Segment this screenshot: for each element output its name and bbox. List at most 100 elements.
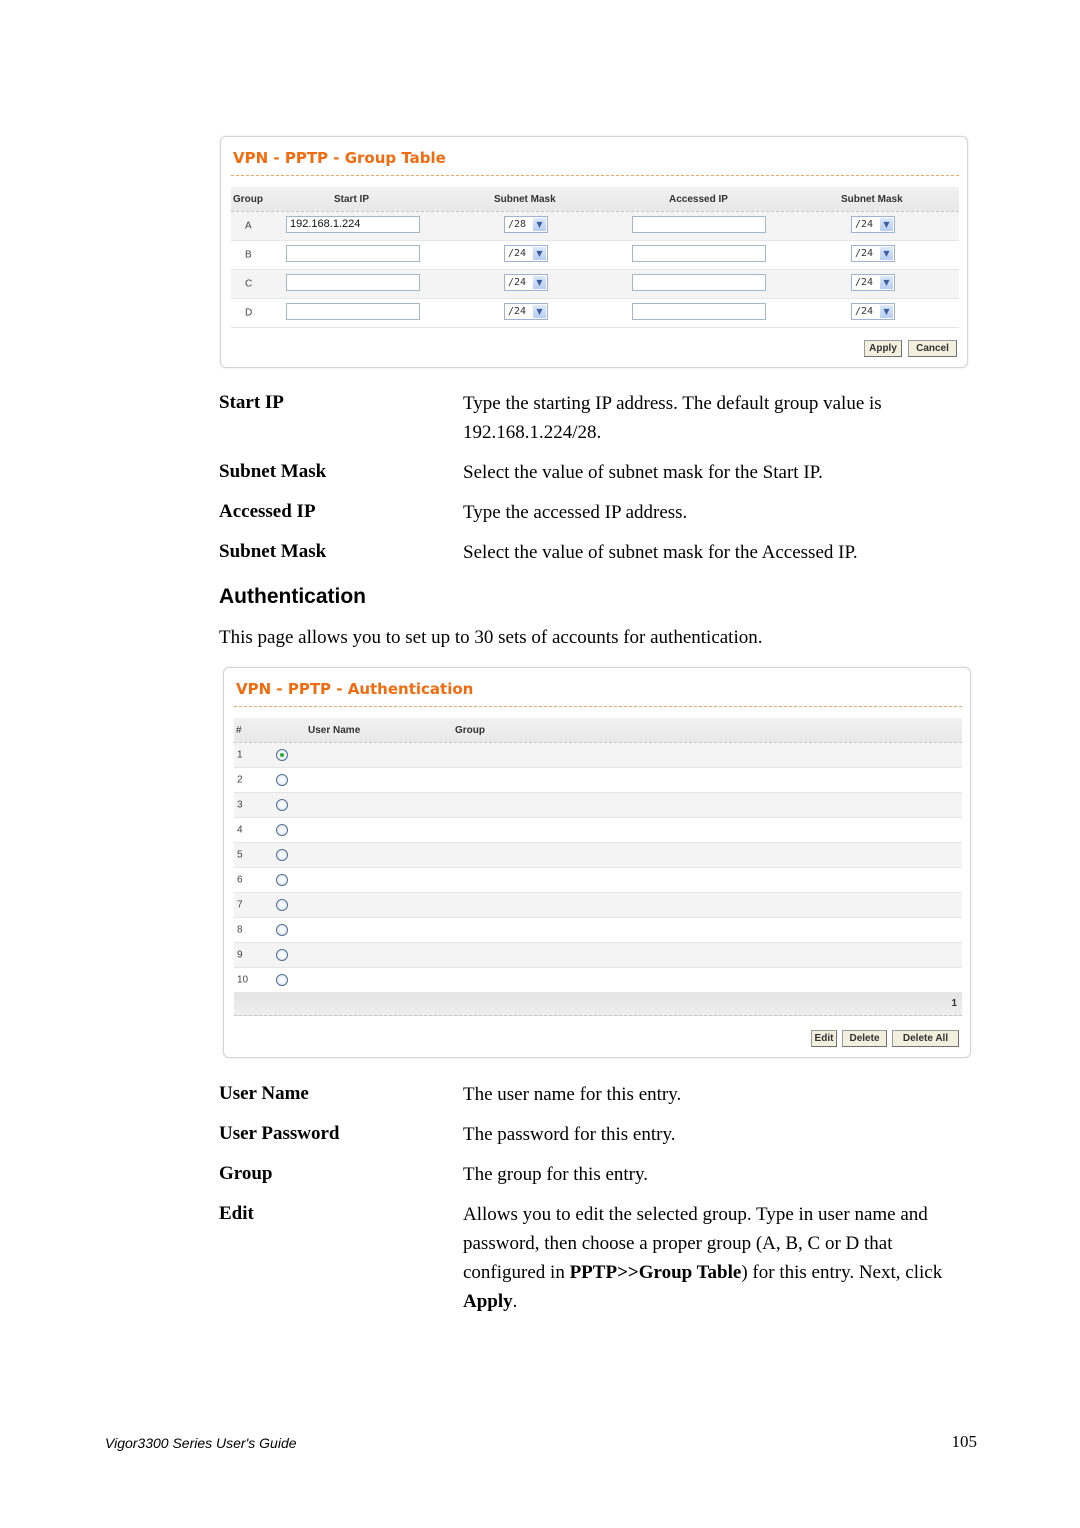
row-index: 6: [237, 874, 243, 886]
chevron-down-icon[interactable]: ▼: [533, 247, 546, 260]
group-table-title: VPN - PPTP - Group Table: [233, 149, 446, 167]
pagination-bar: 1: [234, 993, 962, 1016]
delete-all-button[interactable]: Delete All: [892, 1030, 959, 1047]
auth-row: 5: [234, 843, 962, 868]
desc-start-ip: Type the starting IP address. The defaul…: [463, 393, 882, 443]
start-mask-select[interactable]: /24 ▼: [504, 245, 548, 262]
col-accessed-ip: Accessed IP: [669, 194, 728, 205]
delete-button[interactable]: Delete: [842, 1030, 887, 1047]
desc-edit-apply: Apply: [463, 1291, 513, 1312]
radio-button[interactable]: [276, 849, 288, 861]
col-user-name: User Name: [308, 725, 361, 736]
group-table-panel: VPN - PPTP - Group Table Group Start IP …: [220, 136, 968, 368]
desc-edit-text: ) for this entry. Next, click: [741, 1262, 943, 1283]
group-row-b: B /24 ▼ /24 ▼: [231, 241, 959, 270]
start-mask-value: /24: [508, 248, 527, 259]
start-ip-input[interactable]: [286, 245, 420, 262]
chevron-down-icon[interactable]: ▼: [533, 218, 546, 231]
term-edit: Edit: [219, 1203, 254, 1224]
auth-row: 4: [234, 818, 962, 843]
auth-row: 7: [234, 893, 962, 918]
accessed-mask-select[interactable]: /24 ▼: [851, 216, 895, 233]
term-accessed-ip: Accessed IP: [219, 501, 316, 522]
auth-table-header: # User Name Group: [234, 718, 962, 743]
row-index: 5: [237, 849, 243, 861]
radio-button[interactable]: [276, 974, 288, 986]
radio-button[interactable]: [276, 899, 288, 911]
start-mask-value: /24: [508, 277, 527, 288]
desc-user-name: The user name for this entry.: [463, 1084, 682, 1105]
auth-row: 1: [234, 743, 962, 768]
term-group: Group: [219, 1163, 273, 1184]
accessed-mask-select[interactable]: /24 ▼: [851, 303, 895, 320]
edit-button[interactable]: Edit: [811, 1030, 837, 1047]
start-mask-select[interactable]: /28 ▼: [504, 216, 548, 233]
accessed-ip-input[interactable]: [632, 216, 766, 233]
title-divider: [234, 706, 962, 707]
col-accessed-subnet-mask: Subnet Mask: [841, 194, 903, 205]
accessed-mask-value: /24: [855, 248, 874, 259]
auth-row: 9: [234, 943, 962, 968]
chevron-down-icon[interactable]: ▼: [880, 218, 893, 231]
group-table-header: Group Start IP Subnet Mask Accessed IP S…: [231, 187, 959, 212]
accessed-mask-value: /24: [855, 306, 874, 317]
section-intro: This page allows you to set up to 30 set…: [219, 627, 763, 648]
col-start-ip: Start IP: [334, 194, 370, 205]
start-ip-input[interactable]: [286, 303, 420, 320]
cancel-button[interactable]: Cancel: [908, 340, 957, 357]
term-accessed-subnet-mask: Subnet Mask: [219, 541, 327, 562]
page-number-link[interactable]: 1: [951, 998, 957, 1009]
auth-row: 8: [234, 918, 962, 943]
title-divider: [231, 175, 959, 176]
desc-edit-text: .: [512, 1291, 518, 1312]
desc-user-password: The password for this entry.: [463, 1124, 676, 1145]
row-index: 2: [237, 774, 243, 786]
group-label: A: [245, 220, 252, 232]
start-mask-select[interactable]: /24 ▼: [504, 274, 548, 291]
accessed-ip-input[interactable]: [632, 245, 766, 262]
radio-selected[interactable]: [276, 749, 288, 761]
desc-accessed-subnet-mask: Select the value of subnet mask for the …: [463, 542, 858, 563]
section-heading: Authentication: [219, 585, 366, 608]
auth-row: 6: [234, 868, 962, 893]
row-index: 7: [237, 899, 243, 911]
group-row-c: C /24 ▼ /24 ▼: [231, 270, 959, 299]
chevron-down-icon[interactable]: ▼: [880, 305, 893, 318]
start-ip-input[interactable]: [286, 274, 420, 291]
group-row-a: A 192.168.1.224 /28 ▼ /24 ▼: [231, 212, 959, 241]
accessed-ip-input[interactable]: [632, 274, 766, 291]
radio-button[interactable]: [276, 924, 288, 936]
col-start-subnet-mask: Subnet Mask: [494, 194, 556, 205]
chevron-down-icon[interactable]: ▼: [533, 305, 546, 318]
radio-button[interactable]: [276, 874, 288, 886]
row-index: 3: [237, 799, 243, 811]
chevron-down-icon[interactable]: ▼: [880, 247, 893, 260]
radio-button[interactable]: [276, 774, 288, 786]
accessed-mask-value: /24: [855, 277, 874, 288]
start-ip-input[interactable]: 192.168.1.224: [286, 216, 420, 233]
term-subnet-mask: Subnet Mask: [219, 461, 327, 482]
radio-button[interactable]: [276, 949, 288, 961]
radio-button[interactable]: [276, 799, 288, 811]
row-index: 8: [237, 924, 243, 936]
accessed-mask-select[interactable]: /24 ▼: [851, 245, 895, 262]
col-group: Group: [455, 725, 485, 736]
apply-button[interactable]: Apply: [864, 340, 902, 357]
chevron-down-icon[interactable]: ▼: [533, 276, 546, 289]
chevron-down-icon[interactable]: ▼: [880, 276, 893, 289]
start-mask-value: /24: [508, 306, 527, 317]
accessed-ip-input[interactable]: [632, 303, 766, 320]
accessed-mask-select[interactable]: /24 ▼: [851, 274, 895, 291]
col-index: #: [236, 725, 242, 736]
start-mask-select[interactable]: /24 ▼: [504, 303, 548, 320]
term-user-password: User Password: [219, 1123, 340, 1144]
auth-row: 10: [234, 968, 962, 993]
auth-table-panel: VPN - PPTP - Authentication # User Name …: [223, 667, 971, 1058]
group-label: B: [245, 249, 252, 261]
row-index: 9: [237, 949, 243, 961]
row-index: 4: [237, 824, 243, 836]
accessed-mask-value: /24: [855, 219, 874, 230]
desc-group: The group for this entry.: [463, 1164, 649, 1185]
auth-row: 2: [234, 768, 962, 793]
radio-button[interactable]: [276, 824, 288, 836]
